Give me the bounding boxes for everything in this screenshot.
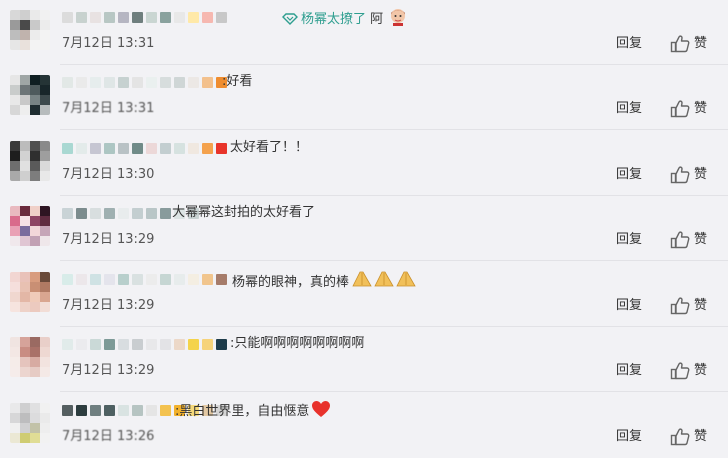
heart-icon: [311, 400, 331, 425]
like-button[interactable]: 赞: [670, 427, 707, 447]
username-blurred[interactable]: [62, 12, 230, 26]
reply-button[interactable]: 回复: [616, 297, 642, 315]
comment-timestamp: 7月12日 13:29: [62, 232, 155, 247]
like-label: 赞: [694, 363, 708, 378]
divider: [60, 391, 728, 392]
like-button[interactable]: 赞: [670, 361, 707, 381]
comment-timestamp: 7月12日 13:29: [62, 363, 155, 378]
thumbs-up-icon: [670, 35, 690, 53]
avatar[interactable]: [10, 10, 50, 50]
thumbs-up-icon: [670, 166, 690, 184]
comment-body: 只能啊啊啊啊啊啊啊啊: [234, 336, 365, 351]
comment-timestamp: 7月12日 13:31: [62, 101, 155, 116]
username-blurred[interactable]: [62, 77, 230, 91]
comment-item: :好看 7月12日 13:31 回复 赞: [0, 65, 728, 130]
like-button[interactable]: 赞: [670, 165, 707, 185]
comment-timestamp: 7月12日 13:30: [62, 167, 155, 182]
comment-body: 黑白世界里，自由惬意: [179, 404, 310, 419]
avatar[interactable]: [10, 337, 50, 377]
comment-text: 大幂幂这封拍的太好看了: [172, 203, 315, 223]
avatar[interactable]: [10, 75, 50, 115]
username-blurred[interactable]: [62, 143, 230, 157]
divider: [60, 129, 728, 130]
like-label: 赞: [694, 232, 708, 247]
reply-button[interactable]: 回复: [616, 35, 642, 53]
topic-link[interactable]: 杨幂太撩了: [301, 12, 366, 27]
thumbs-up-icon: [670, 362, 690, 380]
super-topic-icon: [282, 12, 298, 32]
clapping-hands-icon: [351, 269, 417, 296]
username-blurred[interactable]: [62, 339, 230, 353]
avatar[interactable]: [10, 206, 50, 246]
reply-button[interactable]: 回复: [616, 166, 642, 184]
comment-item: 杨幂太撩了 阿 7月12日 13:31 回复 赞: [0, 0, 728, 65]
reply-button[interactable]: 回复: [616, 428, 642, 446]
comment-text: :黑白世界里，自由惬意: [175, 400, 331, 425]
comment-text: 杨幂太撩了 阿: [282, 7, 409, 34]
comment-item: :只能啊啊啊啊啊啊啊啊 7月12日 13:29 回复 赞: [0, 327, 728, 392]
reply-button[interactable]: 回复: [616, 362, 642, 380]
username-blurred[interactable]: [62, 274, 230, 288]
comment-item: 杨幂的眼神，真的棒 7月12日 13:29 回复 赞: [0, 262, 728, 327]
avatar[interactable]: [10, 141, 50, 181]
reply-button[interactable]: 回复: [616, 231, 642, 249]
like-label: 赞: [694, 298, 708, 313]
divider: [60, 260, 728, 261]
comment-body: 太好看了！！: [230, 140, 309, 155]
avatar[interactable]: [10, 272, 50, 312]
comment-body: 大幂幂这封拍的太好看了: [172, 205, 316, 220]
like-button[interactable]: 赞: [670, 296, 707, 316]
reply-button[interactable]: 回复: [616, 100, 642, 118]
thumbs-up-icon: [670, 428, 690, 446]
thumbs-up-icon: [670, 231, 690, 249]
comment-body: 阿: [366, 12, 384, 27]
comment-body: 好看: [226, 74, 253, 89]
thumbs-up-icon: [670, 100, 690, 118]
like-button[interactable]: 赞: [670, 99, 707, 119]
avatar[interactable]: [10, 403, 50, 443]
comment-timestamp: 7月12日 13:31: [62, 36, 155, 51]
comment-item: :黑白世界里，自由惬意 7月12日 13:26 回复 赞: [0, 393, 728, 458]
comment-body: 杨幂的眼神，真的棒: [232, 275, 350, 290]
comment-text: :好看: [222, 72, 252, 92]
comment-item: 大幂幂这封拍的太好看了 7月12日 13:29 回复 赞: [0, 196, 728, 261]
thumbs-up-icon: [670, 297, 690, 315]
comment-text: 杨幂的眼神，真的棒: [232, 269, 417, 296]
like-label: 赞: [694, 36, 708, 51]
sticker-emoji-icon: [387, 7, 409, 34]
comment-item: 太好看了！！ 7月12日 13:30 回复 赞: [0, 131, 728, 196]
comment-text: 太好看了！！: [230, 138, 308, 158]
like-button[interactable]: 赞: [670, 34, 707, 54]
like-button[interactable]: 赞: [670, 230, 707, 250]
like-label: 赞: [694, 167, 708, 182]
like-label: 赞: [694, 429, 708, 444]
comment-timestamp: 7月12日 13:26: [62, 429, 155, 444]
comment-text: :只能啊啊啊啊啊啊啊啊: [230, 334, 364, 354]
like-label: 赞: [694, 101, 708, 116]
comment-timestamp: 7月12日 13:29: [62, 298, 155, 313]
